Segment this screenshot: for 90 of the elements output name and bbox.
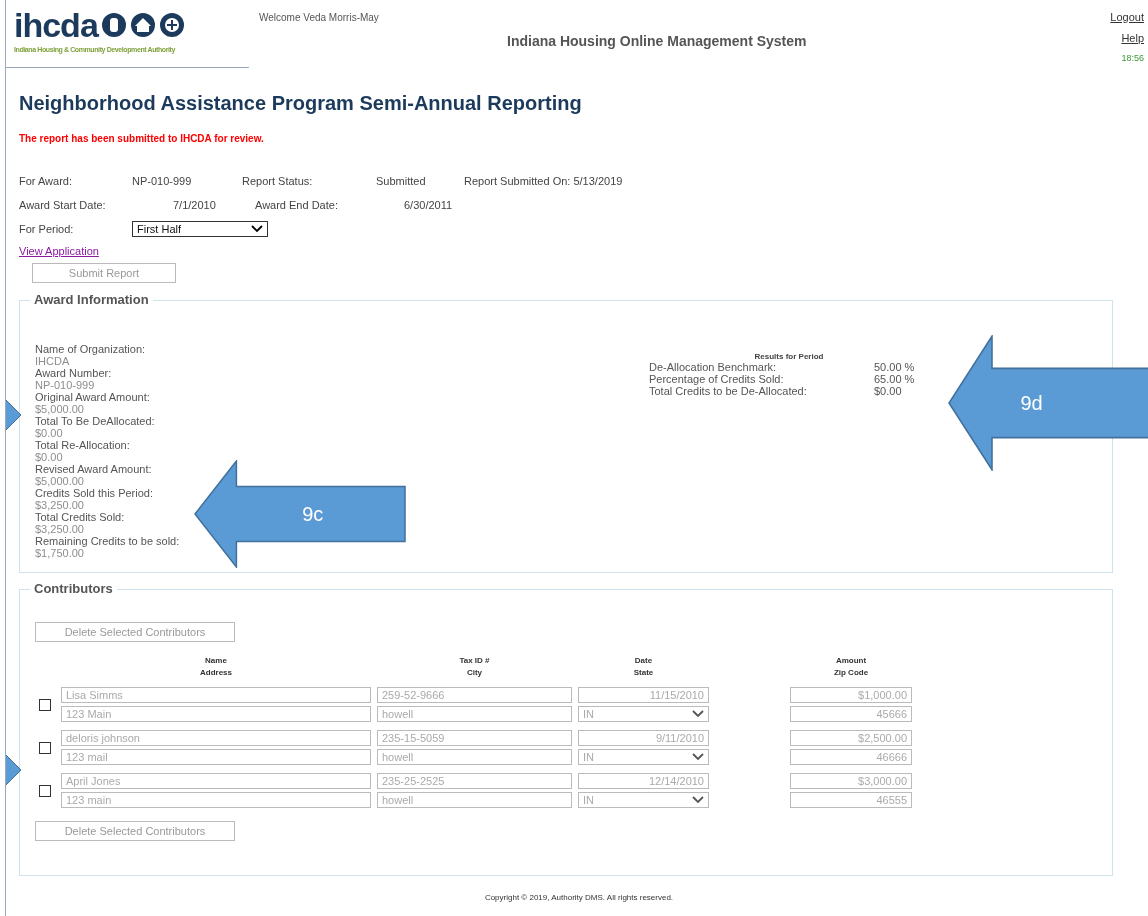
- logo-plus-icon: [158, 12, 185, 38]
- detail-label: Award End Date:: [255, 199, 339, 211]
- row-checkbox[interactable]: [39, 784, 51, 797]
- address-field[interactable]: 123 mail: [61, 749, 371, 765]
- delete-contributors-button[interactable]: Delete Selected Contributors: [35, 622, 235, 642]
- copyright-text: Copyright © 2019, Authority DMS. All rights reserved.: [483, 893, 675, 902]
- field-label: Total Re-Allocation:: [35, 439, 130, 451]
- field-label: Total Credits Sold:: [35, 511, 125, 523]
- result-label: Percentage of Credits Sold:: [649, 373, 785, 385]
- date-field[interactable]: 11/15/2010: [578, 687, 709, 703]
- address-field[interactable]: 123 main: [61, 792, 371, 808]
- column-header: Name: [205, 655, 227, 667]
- detail-value: 7/1/2010: [173, 199, 217, 211]
- clock-time: 18:56: [1121, 53, 1144, 63]
- tax-id-field[interactable]: 259-52-9666: [377, 687, 572, 703]
- field-label: Revised Award Amount:: [35, 463, 152, 475]
- results-title: Results for Period: [753, 352, 825, 361]
- field-label: Credits Sold this Period:: [35, 487, 153, 499]
- field-value: $0.00: [35, 451, 63, 463]
- result-label: De-Allocation Benchmark:: [649, 361, 778, 373]
- column-header: Address: [200, 667, 232, 679]
- detail-value: NP-010-999: [132, 175, 193, 187]
- field-value: IHCDA: [35, 355, 70, 367]
- period-dropdown[interactable]: First Half: [132, 221, 268, 237]
- zip-code-field[interactable]: 46666: [790, 749, 912, 765]
- logo-wordmark: ihcda: [14, 8, 98, 42]
- state-dropdown[interactable]: IN: [578, 792, 709, 808]
- field-label: Remaining Credits to be sold:: [35, 535, 180, 547]
- city-field[interactable]: howell: [377, 792, 572, 808]
- column-header: Tax ID #: [459, 655, 490, 667]
- caret-icon: [692, 710, 704, 718]
- welcome-text: Welcome Veda Morris-May: [259, 12, 380, 23]
- column-header: Date: [634, 655, 653, 667]
- state-dropdown[interactable]: IN: [578, 706, 709, 722]
- field-label: Total To Be DeAllocated:: [35, 415, 155, 427]
- name-field[interactable]: April Jones: [61, 773, 371, 789]
- header-link[interactable]: Help: [1121, 32, 1144, 44]
- detail-value: Submitted: [376, 175, 427, 187]
- logo-door-icon: [100, 12, 127, 38]
- tax-id-field[interactable]: 235-25-2525: [377, 773, 572, 789]
- field-value: $1,750.00: [35, 547, 84, 559]
- address-field[interactable]: 123 Main: [61, 706, 371, 722]
- amount-field[interactable]: $1,000.00: [790, 687, 912, 703]
- field-label: Name of Organization:: [35, 343, 146, 355]
- row-checkbox[interactable]: [39, 698, 51, 711]
- column-header: City: [466, 667, 483, 679]
- name-field[interactable]: Lisa Simms: [61, 687, 371, 703]
- zip-code-field[interactable]: 45666: [790, 706, 912, 722]
- system-title: Indiana Housing Online Management System: [507, 33, 808, 49]
- view-application-link[interactable]: View Application: [19, 245, 99, 257]
- section-legend: Award Information: [30, 292, 153, 307]
- status-message: The report has been submitted to IHCDA for review.: [19, 133, 265, 144]
- detail-label: Report Submitted On: 5/13/2019: [464, 175, 624, 187]
- detail-label: Report Status:: [242, 175, 314, 187]
- detail-label: Award Start Date:: [19, 199, 107, 211]
- field-value: $3,250.00: [35, 523, 84, 535]
- result-label: Total Credits to be De-Allocated:: [649, 385, 808, 397]
- date-field[interactable]: 12/14/2010: [578, 773, 709, 789]
- city-field[interactable]: howell: [377, 706, 572, 722]
- logo-house-icon: [129, 12, 156, 38]
- caret-icon: [251, 225, 263, 233]
- city-field[interactable]: howell: [377, 749, 572, 765]
- section-legend: Contributors: [30, 581, 117, 596]
- result-value: 50.00 %: [874, 361, 915, 373]
- caret-icon: [692, 796, 704, 804]
- field-value: $0.00: [35, 427, 63, 439]
- tax-id-field[interactable]: 235-15-5059: [377, 730, 572, 746]
- caret-icon: [692, 753, 704, 761]
- date-field[interactable]: 9/11/2010: [578, 730, 709, 746]
- column-header: State: [633, 667, 654, 679]
- column-header: Amount: [835, 655, 867, 667]
- amount-field[interactable]: $3,000.00: [790, 773, 912, 789]
- zip-code-field[interactable]: 46555: [790, 792, 912, 808]
- callout-label: 9d: [1020, 391, 1043, 415]
- result-value: 65.00 %: [874, 373, 915, 385]
- result-value: $0.00: [874, 385, 902, 397]
- row-checkbox[interactable]: [39, 741, 51, 754]
- callout-label: 9c: [302, 502, 324, 526]
- detail-value: 6/30/2011: [404, 199, 454, 211]
- state-dropdown[interactable]: IN: [578, 749, 709, 765]
- header-link[interactable]: Logout: [1110, 11, 1144, 23]
- name-field[interactable]: deloris johnson: [61, 730, 371, 746]
- delete-contributors-button[interactable]: Delete Selected Contributors: [35, 821, 235, 841]
- field-label: Original Award Amount:: [35, 391, 150, 403]
- page-title: Neighborhood Assistance Program Semi-Annual Reporting: [19, 92, 583, 115]
- field-label: Award Number:: [35, 367, 112, 379]
- amount-field[interactable]: $2,500.00: [790, 730, 912, 746]
- detail-label: For Award:: [19, 175, 73, 187]
- period-label: For Period:: [19, 223, 75, 235]
- column-header: Zip Code: [833, 667, 869, 679]
